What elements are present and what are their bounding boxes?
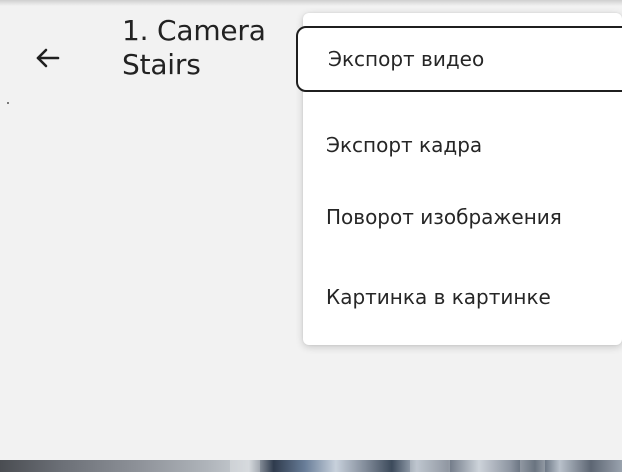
menu-item-export-frame[interactable]: Экспорт кадра bbox=[303, 112, 622, 178]
menu-item-picture-in-picture[interactable]: Картинка в картинке bbox=[303, 264, 622, 330]
menu-item-rotate-image[interactable]: Поворот изображения bbox=[303, 184, 622, 250]
menu-item-label: Экспорт кадра bbox=[326, 133, 483, 157]
status-bar-remnant bbox=[0, 0, 622, 6]
camera-title: 1. Camera Stairs bbox=[122, 14, 302, 82]
video-preview[interactable] bbox=[0, 460, 622, 472]
video-frame-highlight bbox=[520, 460, 545, 472]
back-button[interactable] bbox=[28, 38, 68, 78]
camera-screen: 1. Camera Stairs Экспорт видео Экспорт к… bbox=[0, 0, 622, 472]
video-frame-highlight bbox=[230, 460, 260, 472]
menu-item-label: Картинка в картинке bbox=[326, 285, 551, 309]
arrow-left-icon bbox=[36, 48, 60, 68]
context-menu: Экспорт видео Экспорт кадра Поворот изоб… bbox=[296, 13, 622, 345]
menu-item-label: Поворот изображения bbox=[326, 205, 562, 229]
camera-title-line-2: Stairs bbox=[122, 48, 201, 81]
menu-item-export-video[interactable]: Экспорт видео bbox=[296, 26, 622, 92]
camera-title-line-1: 1. Camera bbox=[122, 14, 266, 47]
video-frame-highlight bbox=[410, 460, 450, 472]
menu-item-label: Экспорт видео bbox=[328, 47, 485, 71]
decorative-dot bbox=[7, 102, 9, 104]
